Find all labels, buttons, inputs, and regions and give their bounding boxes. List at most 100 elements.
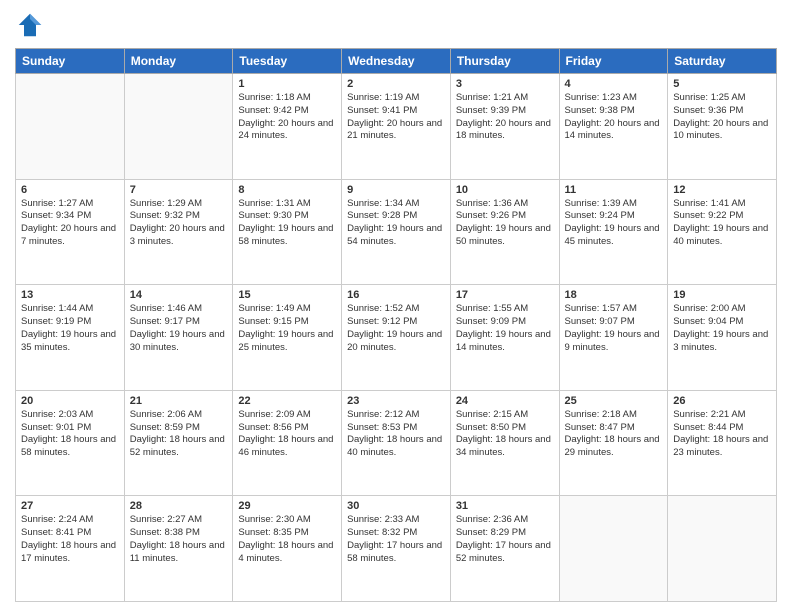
- day-number: 14: [130, 289, 228, 301]
- day-number: 18: [565, 289, 663, 301]
- day-number: 8: [238, 184, 336, 196]
- day-number: 28: [130, 500, 228, 512]
- day-number: 3: [456, 78, 554, 90]
- calendar-cell: [559, 496, 668, 602]
- day-info: Sunrise: 2:00 AM Sunset: 9:04 PM Dayligh…: [673, 303, 771, 354]
- week-row-4: 20 Sunrise: 2:03 AM Sunset: 9:01 PM Dayli…: [16, 390, 777, 496]
- day-number: 5: [673, 78, 771, 90]
- day-number: 26: [673, 395, 771, 407]
- day-info: Sunrise: 1:57 AM Sunset: 9:07 PM Dayligh…: [565, 303, 663, 354]
- calendar-cell: 5Sunrise: 1:25 AM Sunset: 9:36 PM Daylig…: [668, 74, 777, 180]
- calendar-cell: 17Sunrise: 1:55 AM Sunset: 9:09 PM Dayli…: [450, 285, 559, 391]
- week-row-1: 1 Sunrise: 1:18 AM Sunset: 9:42 PM Daylig…: [16, 74, 777, 180]
- day-number: 23: [347, 395, 445, 407]
- calendar-cell: 3 Sunrise: 1:21 AM Sunset: 9:39 PM Daylig…: [450, 74, 559, 180]
- day-number: 13: [21, 289, 119, 301]
- header: [15, 10, 777, 40]
- day-number: 27: [21, 500, 119, 512]
- calendar-cell: 18 Sunrise: 1:57 AM Sunset: 9:07 PM Dayli…: [559, 285, 668, 391]
- calendar-cell: 13 Sunrise: 1:44 AM Sunset: 9:19 PM Dayli…: [16, 285, 125, 391]
- day-info: Sunrise: 1:52 AM Sunset: 9:12 PM Dayligh…: [347, 303, 445, 354]
- day-number: 1: [238, 78, 336, 90]
- day-number: 31: [456, 500, 554, 512]
- calendar-cell: 6 Sunrise: 1:27 AM Sunset: 9:34 PM Daylig…: [16, 179, 125, 285]
- weekday-header-wednesday: Wednesday: [342, 49, 451, 74]
- day-info: Sunrise: 2:36 AM Sunset: 8:29 PM Dayligh…: [456, 514, 554, 565]
- day-info: Sunrise: 2:03 AM Sunset: 9:01 PM Dayligh…: [21, 409, 119, 460]
- day-info: Sunrise: 2:30 AM Sunset: 8:35 PM Dayligh…: [238, 514, 336, 565]
- calendar-cell: [668, 496, 777, 602]
- calendar-cell: 19 Sunrise: 2:00 AM Sunset: 9:04 PM Dayli…: [668, 285, 777, 391]
- weekday-header-sunday: Sunday: [16, 49, 125, 74]
- day-info: Sunrise: 2:06 AM Sunset: 8:59 PM Dayligh…: [130, 409, 228, 460]
- day-info: Sunrise: 2:27 AM Sunset: 8:38 PM Dayligh…: [130, 514, 228, 565]
- weekday-header-monday: Monday: [124, 49, 233, 74]
- day-info: Sunrise: 2:33 AM Sunset: 8:32 PM Dayligh…: [347, 514, 445, 565]
- calendar-cell: 9Sunrise: 1:34 AM Sunset: 9:28 PM Daylig…: [342, 179, 451, 285]
- day-info: Sunrise: 1:49 AM Sunset: 9:15 PM Dayligh…: [238, 303, 336, 354]
- day-number: 20: [21, 395, 119, 407]
- day-number: 25: [565, 395, 663, 407]
- calendar-cell: 1 Sunrise: 1:18 AM Sunset: 9:42 PM Daylig…: [233, 74, 342, 180]
- day-number: 19: [673, 289, 771, 301]
- day-number: 22: [238, 395, 336, 407]
- day-info: Sunrise: 1:44 AM Sunset: 9:19 PM Dayligh…: [21, 303, 119, 354]
- day-info: Sunrise: 2:24 AM Sunset: 8:41 PM Dayligh…: [21, 514, 119, 565]
- day-info: Sunrise: 1:46 AM Sunset: 9:17 PM Dayligh…: [130, 303, 228, 354]
- day-info: Sunrise: 1:18 AM Sunset: 9:42 PM Dayligh…: [238, 92, 336, 143]
- day-number: 2: [347, 78, 445, 90]
- calendar-cell: [124, 74, 233, 180]
- week-row-2: 6 Sunrise: 1:27 AM Sunset: 9:34 PM Daylig…: [16, 179, 777, 285]
- day-info: Sunrise: 1:19 AM Sunset: 9:41 PM Dayligh…: [347, 92, 445, 143]
- calendar-cell: 2 Sunrise: 1:19 AM Sunset: 9:41 PM Daylig…: [342, 74, 451, 180]
- calendar-cell: 30 Sunrise: 2:33 AM Sunset: 8:32 PM Dayli…: [342, 496, 451, 602]
- weekday-header-row: SundayMondayTuesdayWednesdayThursdayFrid…: [16, 49, 777, 74]
- day-number: 16: [347, 289, 445, 301]
- weekday-header-tuesday: Tuesday: [233, 49, 342, 74]
- day-info: Sunrise: 2:21 AM Sunset: 8:44 PM Dayligh…: [673, 409, 771, 460]
- day-number: 6: [21, 184, 119, 196]
- calendar-cell: [16, 74, 125, 180]
- day-info: Sunrise: 1:34 AM Sunset: 9:28 PM Dayligh…: [347, 198, 445, 249]
- day-info: Sunrise: 1:31 AM Sunset: 9:30 PM Dayligh…: [238, 198, 336, 249]
- day-info: Sunrise: 1:27 AM Sunset: 9:34 PM Dayligh…: [21, 198, 119, 249]
- calendar-cell: 8 Sunrise: 1:31 AM Sunset: 9:30 PM Daylig…: [233, 179, 342, 285]
- weekday-header-thursday: Thursday: [450, 49, 559, 74]
- logo: [15, 10, 49, 40]
- day-info: Sunrise: 1:36 AM Sunset: 9:26 PM Dayligh…: [456, 198, 554, 249]
- day-number: 10: [456, 184, 554, 196]
- week-row-3: 13 Sunrise: 1:44 AM Sunset: 9:19 PM Dayli…: [16, 285, 777, 391]
- day-info: Sunrise: 2:18 AM Sunset: 8:47 PM Dayligh…: [565, 409, 663, 460]
- page: SundayMondayTuesdayWednesdayThursdayFrid…: [0, 0, 792, 612]
- calendar-cell: 26 Sunrise: 2:21 AM Sunset: 8:44 PM Dayli…: [668, 390, 777, 496]
- day-number: 21: [130, 395, 228, 407]
- day-number: 11: [565, 184, 663, 196]
- day-number: 15: [238, 289, 336, 301]
- day-number: 29: [238, 500, 336, 512]
- calendar-cell: 16 Sunrise: 1:52 AM Sunset: 9:12 PM Dayli…: [342, 285, 451, 391]
- calendar-cell: 31 Sunrise: 2:36 AM Sunset: 8:29 PM Dayli…: [450, 496, 559, 602]
- day-number: 4: [565, 78, 663, 90]
- day-info: Sunrise: 1:29 AM Sunset: 9:32 PM Dayligh…: [130, 198, 228, 249]
- logo-icon: [15, 10, 45, 40]
- calendar-cell: 4Sunrise: 1:23 AM Sunset: 9:38 PM Daylig…: [559, 74, 668, 180]
- day-info: Sunrise: 1:39 AM Sunset: 9:24 PM Dayligh…: [565, 198, 663, 249]
- calendar-cell: 29 Sunrise: 2:30 AM Sunset: 8:35 PM Dayli…: [233, 496, 342, 602]
- calendar-cell: 21 Sunrise: 2:06 AM Sunset: 8:59 PM Dayli…: [124, 390, 233, 496]
- calendar-cell: 11 Sunrise: 1:39 AM Sunset: 9:24 PM Dayli…: [559, 179, 668, 285]
- calendar-cell: 14 Sunrise: 1:46 AM Sunset: 9:17 PM Dayli…: [124, 285, 233, 391]
- day-number: 7: [130, 184, 228, 196]
- day-number: 24: [456, 395, 554, 407]
- day-info: Sunrise: 1:55 AM Sunset: 9:09 PM Dayligh…: [456, 303, 554, 354]
- calendar-cell: 23 Sunrise: 2:12 AM Sunset: 8:53 PM Dayli…: [342, 390, 451, 496]
- week-row-5: 27 Sunrise: 2:24 AM Sunset: 8:41 PM Dayli…: [16, 496, 777, 602]
- calendar-table: SundayMondayTuesdayWednesdayThursdayFrid…: [15, 48, 777, 602]
- weekday-header-saturday: Saturday: [668, 49, 777, 74]
- calendar-cell: 15 Sunrise: 1:49 AM Sunset: 9:15 PM Dayli…: [233, 285, 342, 391]
- calendar-cell: 7 Sunrise: 1:29 AM Sunset: 9:32 PM Daylig…: [124, 179, 233, 285]
- day-info: Sunrise: 2:12 AM Sunset: 8:53 PM Dayligh…: [347, 409, 445, 460]
- calendar-cell: 10 Sunrise: 1:36 AM Sunset: 9:26 PM Dayli…: [450, 179, 559, 285]
- calendar-cell: 27 Sunrise: 2:24 AM Sunset: 8:41 PM Dayli…: [16, 496, 125, 602]
- day-info: Sunrise: 1:21 AM Sunset: 9:39 PM Dayligh…: [456, 92, 554, 143]
- day-number: 30: [347, 500, 445, 512]
